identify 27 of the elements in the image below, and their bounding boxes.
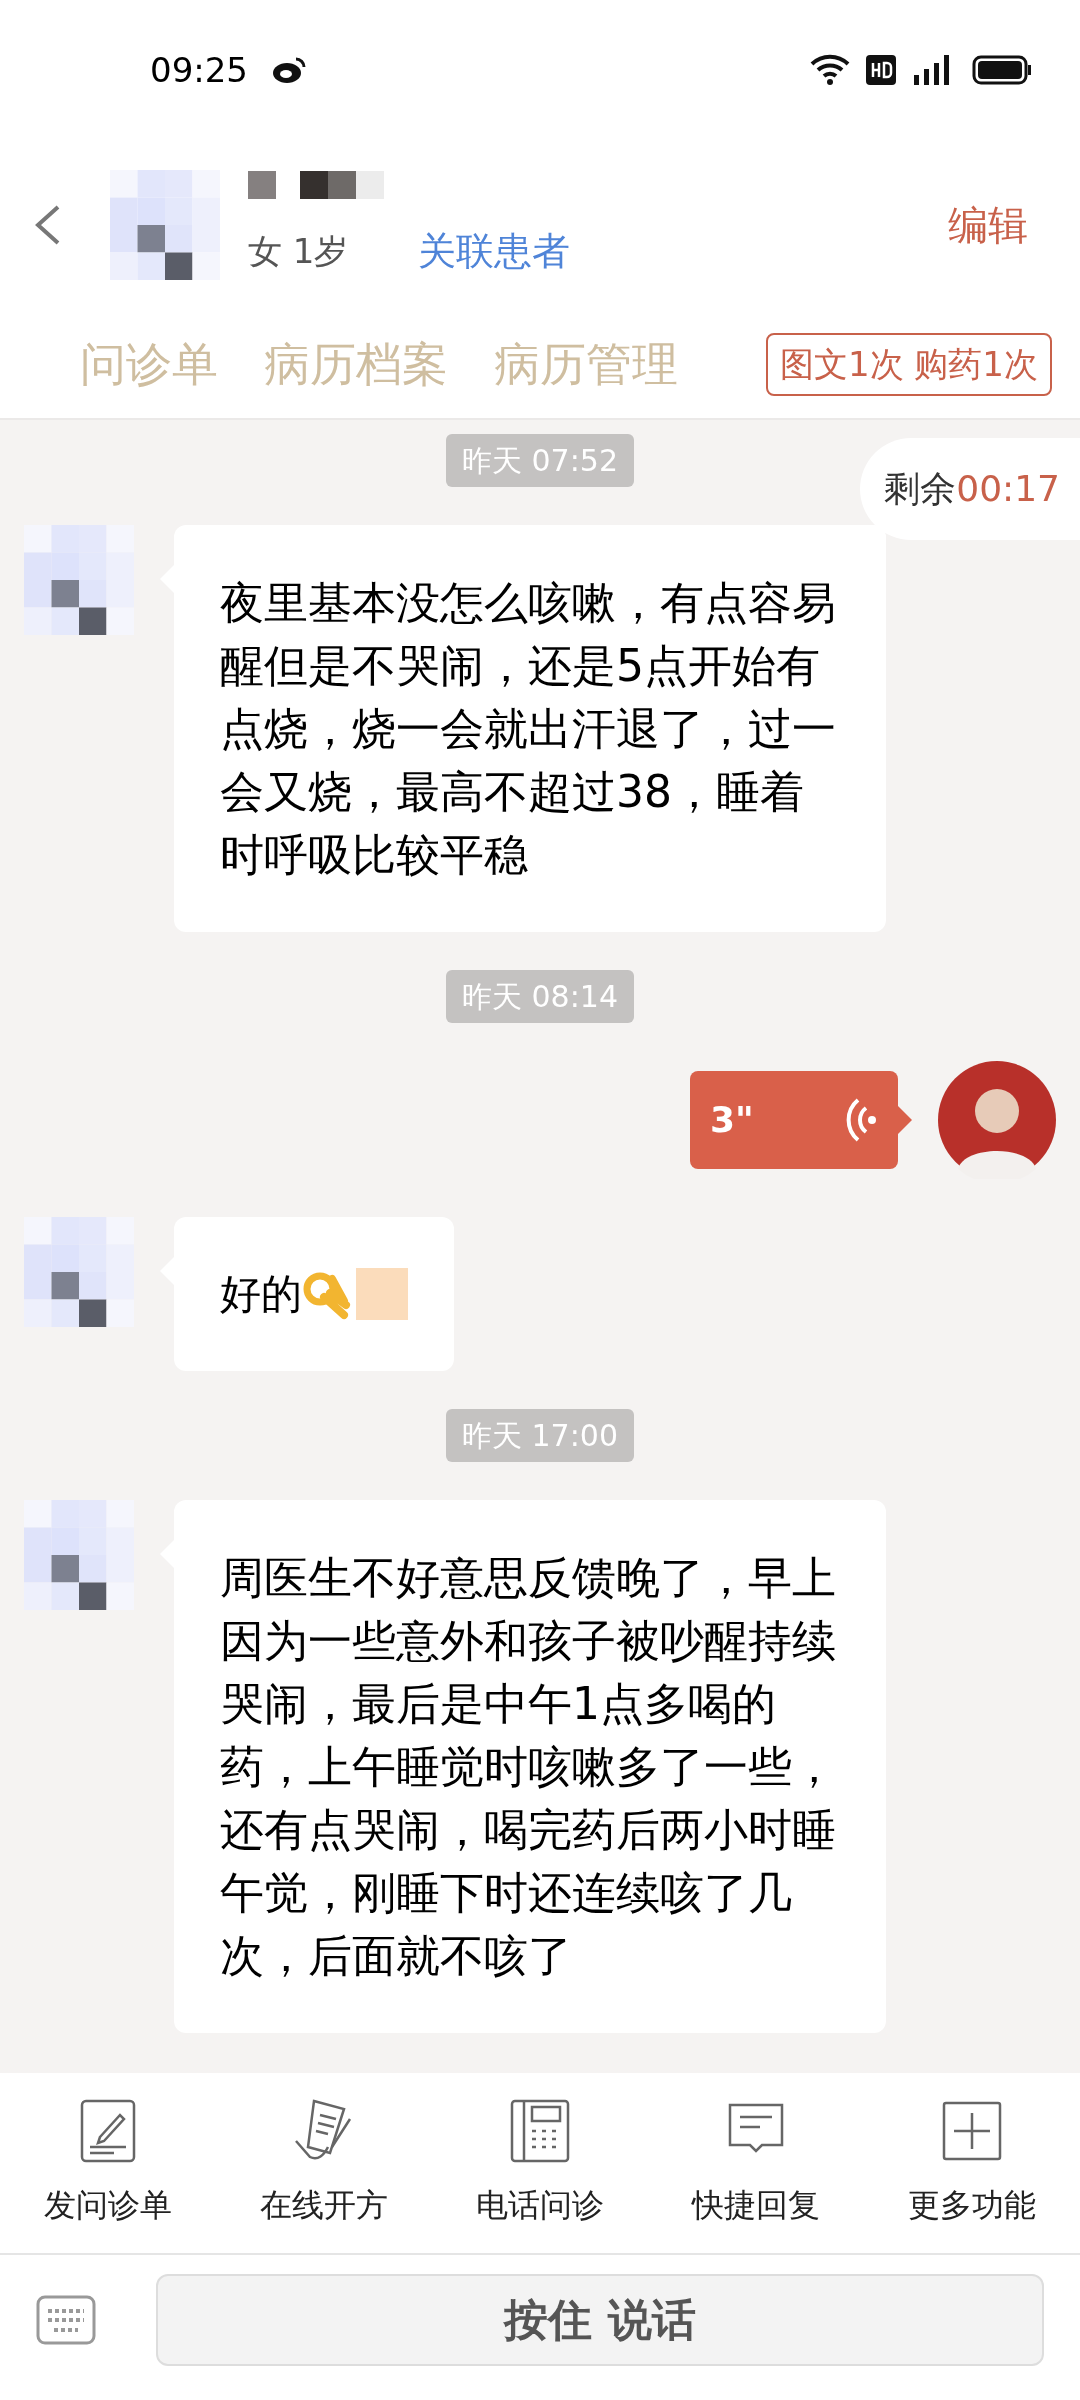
tool-label[interactable]: 电话问诊 (476, 2181, 604, 2229)
voice-message[interactable]: 3" (690, 1071, 898, 1169)
hold-to-talk-button[interactable]: 按住 说话 (156, 2273, 1044, 2366)
timestamp: 昨天 07:52 (446, 434, 634, 487)
patient-info: 女 1岁 (248, 229, 349, 273)
status-time: 09:25 (150, 48, 248, 92)
timer-chip: 剩余00:17 (860, 438, 1080, 540)
tool-label[interactable]: 更多功能 (908, 2181, 1036, 2229)
message-text: 周医生不好意思反馈晚了，早上因为一些意外和孩子被吵醒持续哭闹，最后是中午1点多喝的药，上午睡觉时咳嗽多了一些，还有点哭闹，喝完药后两小时睡午觉，刚睡下时还连续咳了几次，后面就不咳了 (220, 1551, 837, 1983)
battery-icon (972, 55, 1032, 85)
service-badge: 图文1次 购药1次 (765, 332, 1052, 396)
link-patient-link[interactable]: 关联患者 (418, 222, 571, 280)
wifi-icon (810, 54, 850, 86)
timestamp: 昨天 08:14 (446, 970, 634, 1023)
weibo-icon (272, 55, 308, 85)
message-text: 夜里基本没怎么咳嗽，有点容易醒但是不哭闹，还是5点开始有点烧，烧一会就出汗退了，过一会又烧，最高不超过38，睡着时呼吸比较平稳 (220, 576, 837, 882)
timestamp: 昨天 17:00 (446, 1409, 634, 1462)
desk-phone-icon (508, 2097, 572, 2165)
skin-tone-icon (356, 1268, 408, 1320)
tool-label[interactable]: 发问诊单 (44, 2181, 172, 2229)
bubble-tail (898, 1106, 912, 1134)
hd-icon (866, 55, 896, 85)
tool-label[interactable]: 快捷回复 (692, 2181, 820, 2229)
message-text: 好的 (220, 1269, 302, 1320)
keyboard-icon[interactable] (36, 2294, 96, 2345)
edit-link[interactable]: 编辑 (948, 195, 1028, 255)
tool-label[interactable]: 在线开方 (260, 2181, 388, 2229)
